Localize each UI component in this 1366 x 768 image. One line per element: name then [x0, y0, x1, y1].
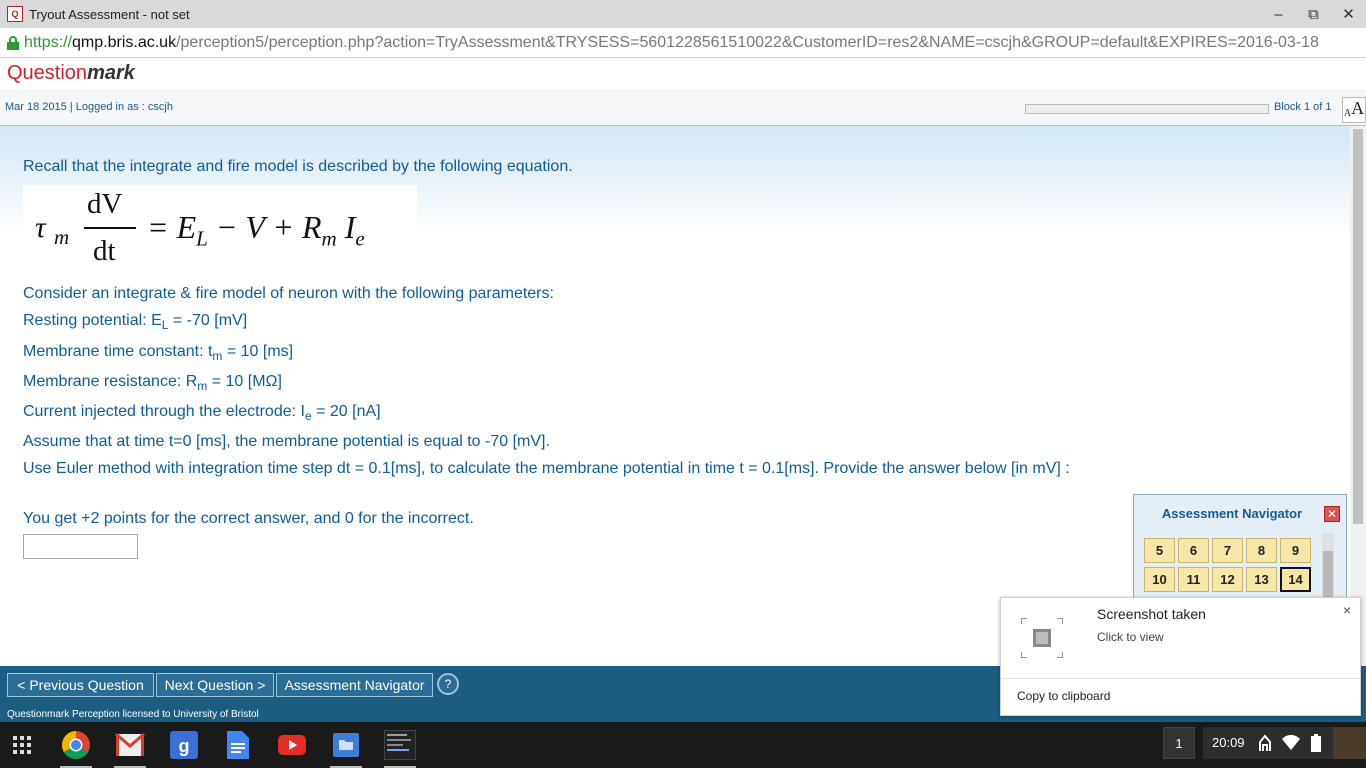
block-indicator: Block 1 of 1	[1274, 101, 1332, 113]
font-size-button[interactable]: AA	[1342, 97, 1366, 123]
url-host: qmp.bris.ac.uk	[72, 33, 177, 51]
notification-divider	[1001, 678, 1360, 679]
nav-question-cell[interactable]: 10	[1144, 567, 1175, 592]
navigator-close-icon[interactable]: ✕	[1324, 506, 1340, 522]
nav-question-cell[interactable]: 11	[1178, 567, 1209, 592]
google-search-icon[interactable]: g	[166, 727, 202, 763]
question-euler: Use Euler method with integration time s…	[23, 460, 1070, 477]
lock-icon[interactable]	[7, 35, 19, 50]
screenshot-icon	[1021, 618, 1063, 658]
gmail-icon[interactable]	[112, 727, 148, 768]
notification-subtitle[interactable]: Click to view	[1097, 630, 1164, 644]
question-intro: Recall that the integrate and fire model…	[23, 158, 573, 175]
param-time-constant: Membrane time constant: tm = 10 [ms]	[23, 343, 294, 363]
url-text[interactable]: https://qmp.bris.ac.uk/perception5/perce…	[24, 34, 1319, 52]
copy-to-clipboard-button[interactable]: Copy to clipboard	[1017, 689, 1110, 703]
nav-question-cell[interactable]: 12	[1212, 567, 1243, 592]
restore-button[interactable]: ⧉	[1296, 0, 1331, 28]
nav-question-cell[interactable]: 8	[1246, 538, 1277, 563]
notification-title: Screenshot taken	[1097, 606, 1206, 622]
nav-question-cell[interactable]: 13	[1246, 567, 1277, 592]
assessment-navigator-button[interactable]: Assessment Navigator	[276, 673, 433, 697]
window-count-button[interactable]: 1	[1163, 727, 1195, 759]
previous-question-button[interactable]: < Previous Question	[7, 673, 154, 697]
launcher-icon[interactable]	[4, 727, 40, 763]
chrome-icon[interactable]	[58, 727, 94, 768]
notification-close-icon[interactable]: ×	[1343, 602, 1351, 618]
svg-text:g: g	[179, 736, 190, 756]
logo-header: Questionmark	[0, 59, 1366, 89]
wifi-icon	[1282, 734, 1300, 754]
question-points: You get +2 points for the correct answer…	[23, 510, 474, 527]
docs-icon[interactable]	[220, 727, 256, 763]
page-scrollbar[interactable]	[1350, 126, 1366, 666]
minimize-button[interactable]: –	[1261, 0, 1296, 28]
url-scheme: https://	[24, 33, 73, 51]
window-title: Tryout Assessment - not set	[29, 6, 190, 22]
help-icon[interactable]: ?	[437, 673, 459, 695]
address-bar[interactable]: https://qmp.bris.ac.uk/perception5/perce…	[0, 28, 1366, 58]
questionmark-logo: Questionmark	[7, 62, 135, 84]
nav-question-cell[interactable]: 5	[1144, 538, 1175, 563]
next-question-button[interactable]: Next Question >	[156, 673, 274, 697]
clock-time: 20:09	[1212, 735, 1245, 750]
questionmark-favicon-icon: Q	[7, 6, 23, 22]
terminal-thumbnail-icon[interactable]	[382, 727, 418, 768]
assessment-navigator-panel: Assessment Navigator ✕ 5 6 7 8 9 10 11 1…	[1133, 494, 1347, 598]
window-titlebar: Q Tryout Assessment - not set – ⧉ ✕	[0, 0, 1366, 28]
question-consider: Consider an integrate & fire model of ne…	[23, 285, 554, 302]
date-login-text: Mar 18 2015 | Logged in as : cscjh	[5, 101, 173, 113]
param-resistance: Membrane resistance: Rm = 10 [MΩ]	[23, 373, 282, 393]
scrollbar-thumb[interactable]	[1353, 129, 1363, 524]
nav-question-cell[interactable]: 9	[1280, 538, 1311, 563]
nav-question-cell[interactable]: 6	[1178, 538, 1209, 563]
avatar	[1333, 727, 1366, 759]
youtube-icon[interactable]	[274, 727, 310, 763]
progress-bar	[1025, 104, 1269, 114]
files-icon[interactable]	[328, 727, 364, 768]
nav-question-cell[interactable]: 7	[1212, 538, 1243, 563]
close-window-button[interactable]: ✕	[1331, 0, 1366, 28]
taskbar: g	[0, 722, 1366, 768]
param-resting-potential: Resting potential: EL = -70 [mV]	[23, 312, 248, 332]
param-current: Current injected through the electrode: …	[23, 403, 381, 423]
nav-question-cell-current[interactable]: 14	[1280, 567, 1311, 592]
battery-icon	[1311, 734, 1321, 755]
url-path: /perception5/perception.php?action=TryAs…	[176, 33, 1319, 51]
navigator-scrollbar[interactable]	[1322, 533, 1334, 597]
integrate-fire-equation: τ m dV dt = EL − V + Rm Ie	[23, 185, 417, 267]
navigator-title: Assessment Navigator	[1161, 506, 1303, 521]
answer-input[interactable]	[23, 534, 138, 559]
screenshot-notification[interactable]: Screenshot taken Click to view × Copy to…	[1000, 597, 1361, 716]
drive-icon	[1257, 734, 1273, 755]
system-tray[interactable]: 20:09	[1203, 727, 1366, 759]
question-assume: Assume that at time t=0 [ms], the membra…	[23, 433, 550, 450]
license-text: Questionmark Perception licensed to Univ…	[7, 709, 259, 720]
